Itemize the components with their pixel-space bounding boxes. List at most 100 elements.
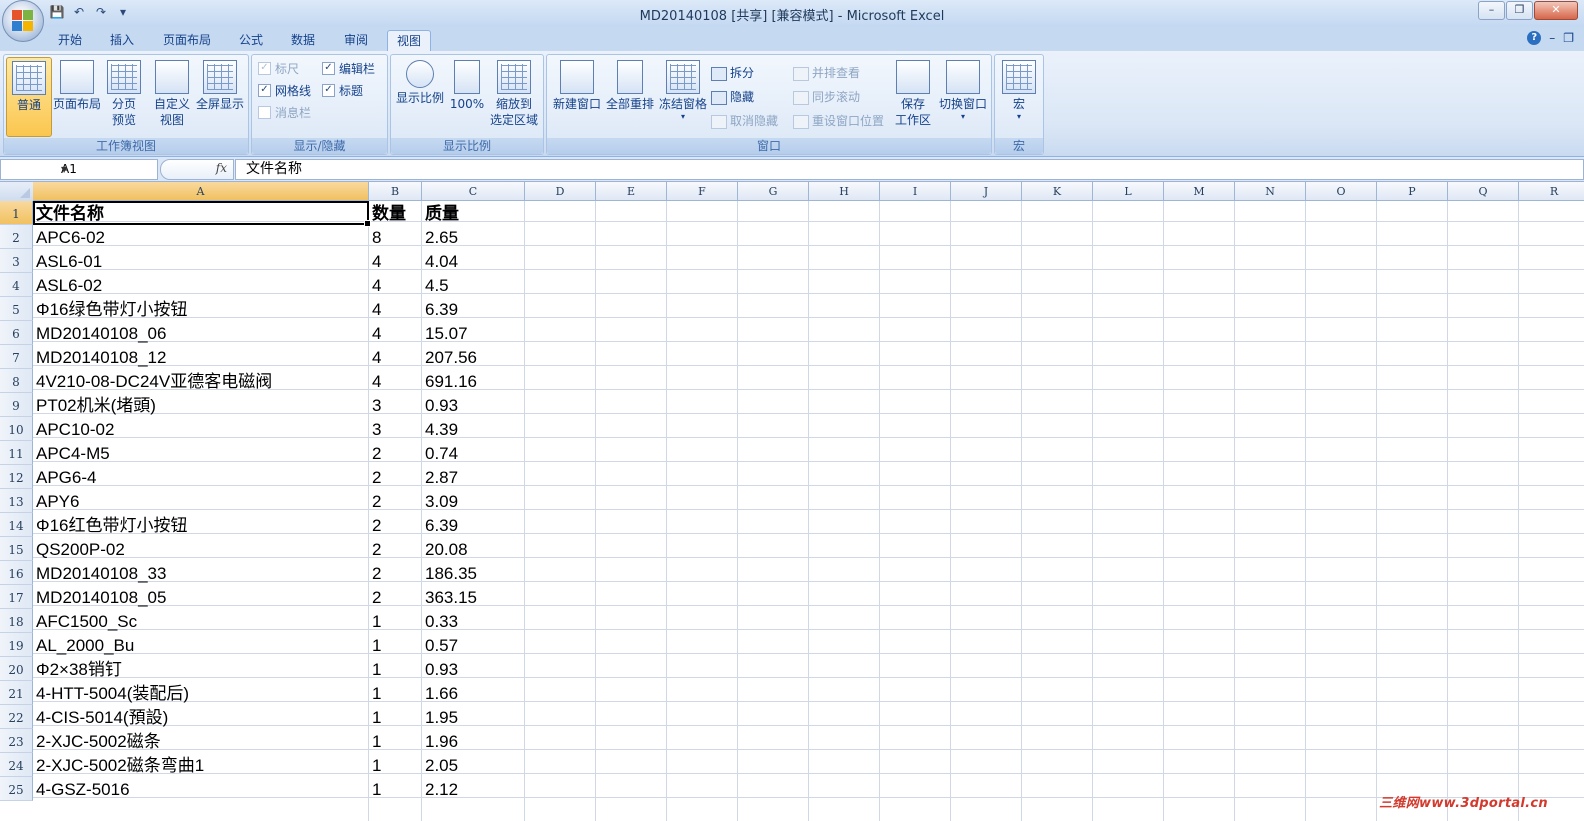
cell-c14[interactable]: 6.39 <box>422 513 525 537</box>
column-header-n[interactable]: N <box>1235 182 1306 201</box>
column-header-d[interactable]: D <box>525 182 596 201</box>
cell-c21[interactable]: 1.66 <box>422 681 525 705</box>
cell-b20[interactable]: 1 <box>369 657 422 681</box>
cell-c7[interactable]: 207.56 <box>422 345 525 369</box>
row-header[interactable]: 23 <box>0 729 33 753</box>
cell-c6[interactable]: 15.07 <box>422 321 525 345</box>
cell-b24[interactable]: 1 <box>369 753 422 777</box>
cell-b2[interactable]: 8 <box>369 225 422 249</box>
zoom-100-button[interactable]: 100% <box>447 57 487 135</box>
ribbon-minimize-icon[interactable]: – <box>1549 31 1555 45</box>
custom-views-button[interactable]: 自定义 视图 <box>150 57 194 135</box>
unhide-button[interactable]: 取消隐藏 <box>711 111 778 131</box>
row-header[interactable]: 11 <box>0 441 33 465</box>
cell-c16[interactable]: 186.35 <box>422 561 525 585</box>
row-header[interactable]: 19 <box>0 633 33 657</box>
cell-a11[interactable]: APC4-M5 <box>33 441 369 465</box>
zoom-to-selection-button[interactable]: 缩放到 选定区域 <box>487 57 541 135</box>
cell-a15[interactable]: QS200P-02 <box>33 537 369 561</box>
tab-data[interactable]: 数据 <box>283 30 323 51</box>
sync-scroll-button[interactable]: 同步滚动 <box>793 87 860 107</box>
cell-c12[interactable]: 2.87 <box>422 465 525 489</box>
cell-c2[interactable]: 2.65 <box>422 225 525 249</box>
cell-a19[interactable]: AL_2000_Bu <box>33 633 369 657</box>
cell-c20[interactable]: 0.93 <box>422 657 525 681</box>
cell-c4[interactable]: 4.5 <box>422 273 525 297</box>
cell-a21[interactable]: 4-HTT-5004(装配后) <box>33 681 369 705</box>
tab-insert[interactable]: 插入 <box>102 30 142 51</box>
row-header[interactable]: 5 <box>0 297 33 321</box>
row-header[interactable]: 15 <box>0 537 33 561</box>
split-button[interactable]: 拆分 <box>711 63 754 83</box>
column-header-l[interactable]: L <box>1093 182 1164 201</box>
zoom-button[interactable]: 显示比例 <box>393 57 447 135</box>
cell-c19[interactable]: 0.57 <box>422 633 525 657</box>
new-window-button[interactable]: 新建窗口 <box>551 57 603 135</box>
row-header[interactable]: 18 <box>0 609 33 633</box>
cell-a6[interactable]: MD20140108_06 <box>33 321 369 345</box>
office-button[interactable] <box>2 0 44 42</box>
column-header-i[interactable]: I <box>880 182 951 201</box>
row-header[interactable]: 21 <box>0 681 33 705</box>
column-header-m[interactable]: M <box>1164 182 1235 201</box>
cell-c24[interactable]: 2.05 <box>422 753 525 777</box>
cell-a10[interactable]: APC10-02 <box>33 417 369 441</box>
cell-b3[interactable]: 4 <box>369 249 422 273</box>
fullscreen-button[interactable]: 全屏显示 <box>194 57 246 135</box>
reset-window-position-button[interactable]: 重设窗口位置 <box>793 111 884 131</box>
cell-a22[interactable]: 4-CIS-5014(預設) <box>33 705 369 729</box>
cell-a8[interactable]: 4V210-08-DC24V亚德客电磁阀 <box>33 369 369 393</box>
column-header-r[interactable]: R <box>1519 182 1584 201</box>
cell-a9[interactable]: PT02机米(堵頭) <box>33 393 369 417</box>
arrange-all-button[interactable]: 全部重排 <box>604 57 656 135</box>
cell-a13[interactable]: APY6 <box>33 489 369 513</box>
column-header-a[interactable]: A <box>33 182 369 201</box>
cell-b5[interactable]: 4 <box>369 297 422 321</box>
column-header-j[interactable]: J <box>951 182 1022 201</box>
cell-c5[interactable]: 6.39 <box>422 297 525 321</box>
cell-a2[interactable]: APC6-02 <box>33 225 369 249</box>
cell-b19[interactable]: 1 <box>369 633 422 657</box>
cell-b7[interactable]: 4 <box>369 345 422 369</box>
row-header[interactable]: 14 <box>0 513 33 537</box>
chevron-down-icon[interactable]: ▼ <box>61 160 153 179</box>
cell-c11[interactable]: 0.74 <box>422 441 525 465</box>
cell-b4[interactable]: 4 <box>369 273 422 297</box>
save-workspace-button[interactable]: 保存 工作区 <box>891 57 935 135</box>
page-layout-view-button[interactable]: 页面布局 <box>52 57 102 135</box>
cell-c10[interactable]: 4.39 <box>422 417 525 441</box>
column-header-f[interactable]: F <box>667 182 738 201</box>
insert-function-icon[interactable]: fx <box>216 161 227 175</box>
side-by-side-button[interactable]: 并排查看 <box>793 63 860 83</box>
cell-b10[interactable]: 3 <box>369 417 422 441</box>
cell-a16[interactable]: MD20140108_33 <box>33 561 369 585</box>
cell-b25[interactable]: 1 <box>369 777 422 801</box>
row-header[interactable]: 3 <box>0 249 33 273</box>
column-header-e[interactable]: E <box>596 182 667 201</box>
cell-a18[interactable]: AFC1500_Sc <box>33 609 369 633</box>
name-box[interactable]: A1 ▼ <box>0 159 158 180</box>
row-header[interactable]: 9 <box>0 393 33 417</box>
cell-b9[interactable]: 3 <box>369 393 422 417</box>
column-header-g[interactable]: G <box>738 182 809 201</box>
tab-home[interactable]: 开始 <box>50 30 90 51</box>
cell-a20[interactable]: Φ2×38销钉 <box>33 657 369 681</box>
row-header[interactable]: 20 <box>0 657 33 681</box>
cell-b13[interactable]: 2 <box>369 489 422 513</box>
row-header[interactable]: 10 <box>0 417 33 441</box>
cell-c15[interactable]: 20.08 <box>422 537 525 561</box>
cell-b22[interactable]: 1 <box>369 705 422 729</box>
cell-c9[interactable]: 0.93 <box>422 393 525 417</box>
page-break-preview-button[interactable]: 分页 预览 <box>102 57 146 135</box>
freeze-panes-button[interactable]: 冻结窗格 ▾ <box>657 57 709 135</box>
cell-b12[interactable]: 2 <box>369 465 422 489</box>
tab-formulas[interactable]: 公式 <box>231 30 271 51</box>
tab-review[interactable]: 审阅 <box>336 30 376 51</box>
cell-c3[interactable]: 4.04 <box>422 249 525 273</box>
formula-input[interactable]: 文件名称 <box>235 159 1584 180</box>
minimize-button[interactable]: – <box>1478 1 1505 20</box>
cell-c25[interactable]: 2.12 <box>422 777 525 801</box>
row-header[interactable]: 16 <box>0 561 33 585</box>
row-header[interactable]: 4 <box>0 273 33 297</box>
tab-view[interactable]: 视图 <box>387 30 431 52</box>
